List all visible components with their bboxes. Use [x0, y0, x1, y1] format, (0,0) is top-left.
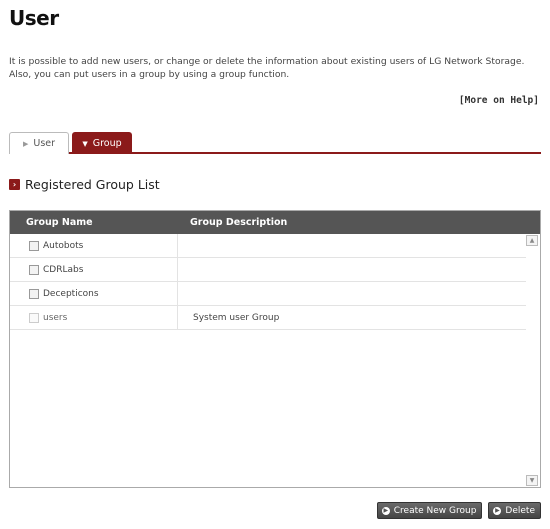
tab-user[interactable]: ▶ User — [9, 132, 69, 154]
group-name-cell: users — [10, 306, 178, 329]
row-checkbox[interactable] — [29, 240, 39, 251]
more-on-help-link[interactable]: [More on Help] — [459, 95, 539, 106]
chevron-down-icon: ▼ — [82, 139, 88, 148]
vertical-scrollbar[interactable]: ▲ ▼ — [525, 234, 539, 487]
section-title: Registered Group List — [25, 177, 160, 192]
chevron-right-icon: ▶ — [22, 139, 29, 148]
action-bar: ▶ Create New Group ▶ Delete — [376, 502, 541, 519]
table-row[interactable]: CDRLabs — [10, 258, 526, 282]
group-description: System user Group — [193, 312, 280, 323]
table-row[interactable]: Decepticons — [10, 282, 526, 306]
page-description: It is possible to add new users, or chan… — [9, 56, 525, 80]
table-row[interactable]: users System user Group — [10, 306, 526, 330]
page-title: User — [9, 6, 59, 30]
group-name: users — [43, 312, 68, 323]
arrow-right-icon: ▶ — [381, 506, 390, 515]
tab-group[interactable]: ▼ Group — [72, 132, 132, 154]
arrow-right-icon: ▶ — [493, 506, 502, 515]
group-name: Decepticons — [43, 288, 99, 299]
delete-button[interactable]: ▶ Delete — [488, 502, 541, 519]
group-name: Autobots — [43, 240, 84, 251]
tab-bar: ▶ User ▼ Group — [9, 130, 541, 154]
group-name: CDRLabs — [43, 264, 84, 275]
scroll-down-icon[interactable]: ▼ — [526, 475, 538, 486]
section-heading: › Registered Group List — [9, 177, 160, 192]
chevron-right-icon: › — [9, 179, 20, 190]
row-checkbox[interactable] — [29, 264, 39, 275]
table-row[interactable]: Autobots — [10, 234, 526, 258]
group-name-cell: Autobots — [10, 234, 178, 257]
group-name-cell: Decepticons — [10, 282, 178, 305]
table-body: Autobots CDRLabs Decepticons users Syste… — [10, 234, 526, 330]
column-header-group-name: Group Name — [26, 217, 93, 228]
group-name-cell: CDRLabs — [10, 258, 178, 281]
button-label: Create New Group — [393, 505, 477, 516]
tab-label: Group — [92, 138, 122, 149]
table-header: Group Name Group Description — [10, 211, 540, 234]
scroll-up-icon[interactable]: ▲ — [526, 235, 538, 246]
button-label: Delete — [505, 505, 535, 516]
column-header-group-description: Group Description — [190, 217, 288, 228]
row-checkbox — [29, 312, 39, 323]
tab-label: User — [33, 138, 56, 149]
create-new-group-button[interactable]: ▶ Create New Group — [376, 502, 483, 519]
group-list-table: Group Name Group Description Autobots CD… — [9, 210, 541, 488]
row-checkbox[interactable] — [29, 288, 39, 299]
